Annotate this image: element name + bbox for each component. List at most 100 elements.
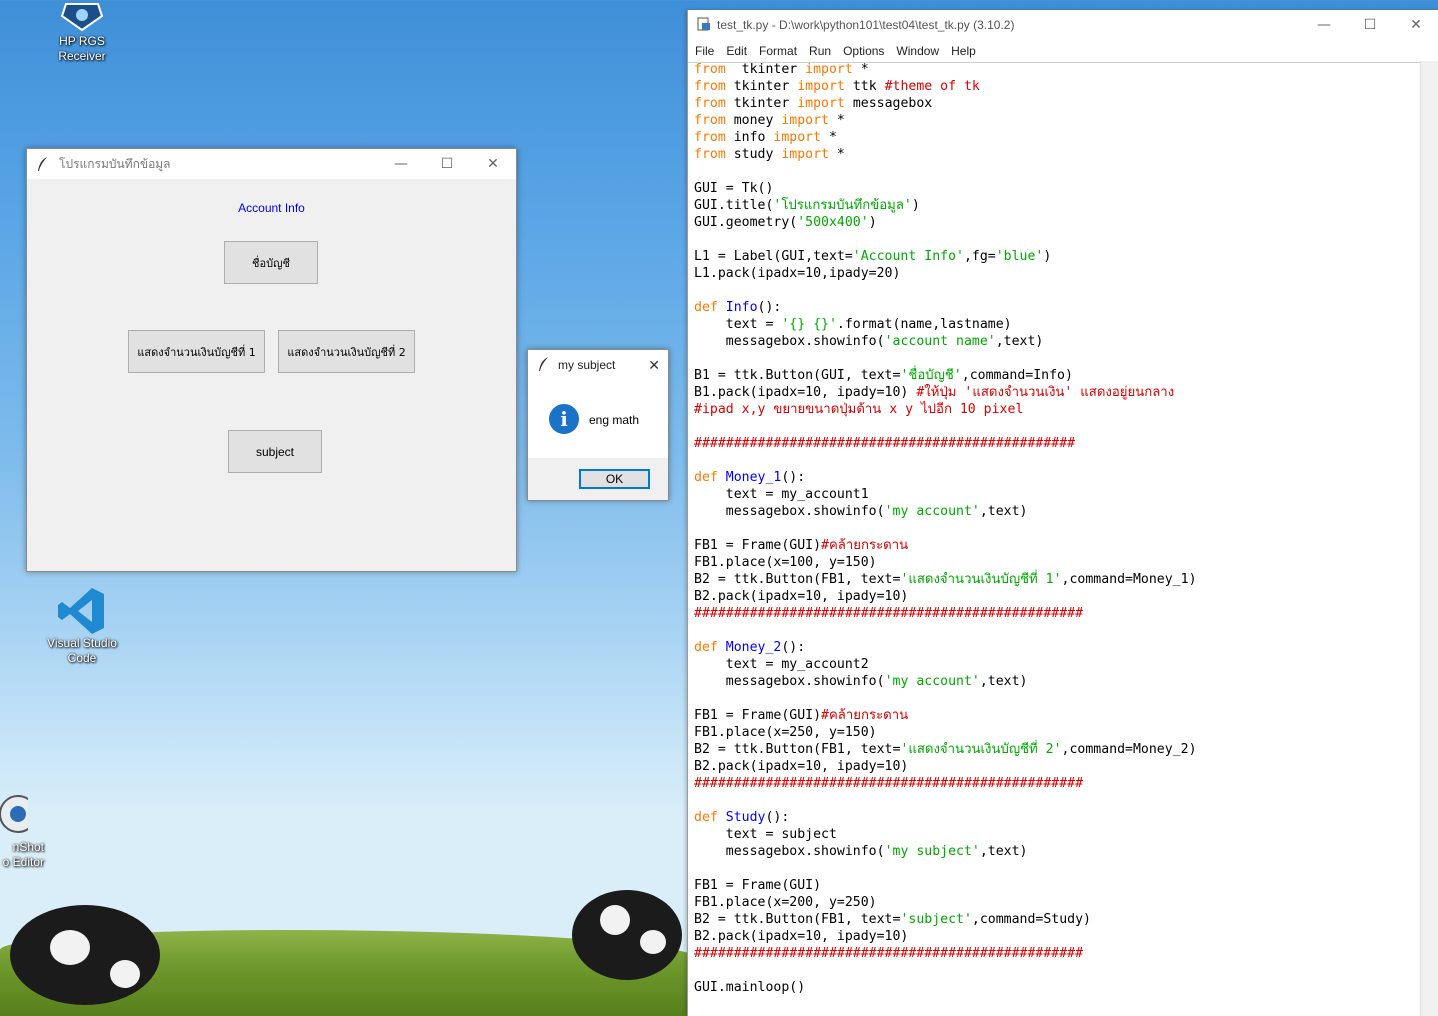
code-line[interactable]: L1.pack(ipadx=10,ipady=20) — [694, 265, 1414, 282]
code-line[interactable] — [694, 418, 1414, 435]
code-line[interactable]: ########################################… — [694, 605, 1414, 622]
code-line[interactable]: FB1.place(x=200, y=250) — [694, 894, 1414, 911]
code-line[interactable]: L1 = Label(GUI,text='Account Info',fg='b… — [694, 248, 1414, 265]
code-line[interactable]: text = subject — [694, 826, 1414, 843]
code-token: ,text) — [995, 334, 1044, 349]
dialog-close-button[interactable]: ✕ — [648, 357, 660, 374]
dialog-titlebar[interactable]: my subject ✕ — [528, 350, 668, 380]
code-line[interactable]: messagebox.showinfo('my account',text) — [694, 673, 1414, 690]
code-line[interactable]: messagebox.showinfo('my account',text) — [694, 503, 1414, 520]
minimize-button[interactable]: — — [1301, 10, 1347, 40]
desktop-icon-greenshot[interactable]: nShot o Editor — [0, 794, 44, 870]
code-token: GUI.geometry( — [694, 215, 798, 230]
minimize-button[interactable]: — — [378, 149, 424, 179]
code-line[interactable]: def Info(): — [694, 299, 1414, 316]
code-line[interactable]: from study import * — [694, 146, 1414, 163]
code-line[interactable]: B2 = ttk.Button(FB1, text='subject',comm… — [694, 911, 1414, 928]
account-name-button[interactable]: ชื่อบัญชี — [224, 241, 318, 284]
menu-help[interactable]: Help — [951, 44, 976, 58]
code-line[interactable]: text = my_account2 — [694, 656, 1414, 673]
code-line[interactable]: B1.pack(ipadx=10, ipady=10) #ให้ปุ่ม 'แส… — [694, 384, 1414, 401]
code-line[interactable]: text = '{} {}'.format(name,lastname) — [694, 316, 1414, 333]
code-line[interactable] — [694, 350, 1414, 367]
editor-titlebar[interactable]: test_tk.py - D:\work\python101\test04\te… — [688, 10, 1438, 40]
code-token: FB1 = Frame(GUI) — [694, 708, 822, 723]
code-line[interactable] — [694, 792, 1414, 809]
code-line[interactable]: GUI.title('โปรแกรมบันทึกข้อมูล') — [694, 197, 1414, 214]
code-line[interactable]: ########################################… — [694, 945, 1414, 962]
code-editor-text[interactable]: from tkinter import * from tkinter import… — [694, 61, 1414, 996]
code-line[interactable]: #ipad x,y ขยายขนาดปุ่มด้าน x y ไปอีก 10 … — [694, 401, 1414, 418]
code-line[interactable] — [694, 622, 1414, 639]
vscode-icon — [58, 586, 106, 634]
code-token: B2 = ttk.Button(FB1, text= — [694, 572, 901, 587]
code-line[interactable]: FB1 = Frame(GUI)#คล้ายกระดาน — [694, 707, 1414, 724]
code-line[interactable]: from tkinter import ttk #theme of tk — [694, 78, 1414, 95]
code-line[interactable]: from tkinter import messagebox — [694, 95, 1414, 112]
code-line[interactable]: messagebox.showinfo('account name',text) — [694, 333, 1414, 350]
code-line[interactable]: B1 = ttk.Button(GUI, text='ชื่อบัญชี',co… — [694, 367, 1414, 384]
ok-button[interactable]: OK — [579, 469, 650, 489]
code-line[interactable]: B2 = ttk.Button(FB1, text='แสดงจำนวนเงิน… — [694, 571, 1414, 588]
close-button[interactable]: ✕ — [1393, 10, 1438, 40]
code-line[interactable]: B2.pack(ipadx=10, ipady=10) — [694, 928, 1414, 945]
code-line[interactable]: def Study(): — [694, 809, 1414, 826]
code-line[interactable]: def Money_2(): — [694, 639, 1414, 656]
code-line[interactable]: B2.pack(ipadx=10, ipady=10) — [694, 588, 1414, 605]
subject-button[interactable]: subject — [228, 430, 322, 473]
code-token: ########################################… — [694, 776, 1084, 791]
code-token: 'โปรแกรมบันทึกข้อมูล' — [773, 198, 912, 213]
code-token: 'subject' — [900, 912, 972, 927]
code-line[interactable]: GUI = Tk() — [694, 180, 1414, 197]
code-line[interactable] — [694, 163, 1414, 180]
code-token: FB1.place(x=100, y=150) — [694, 555, 877, 570]
menu-edit[interactable]: Edit — [726, 44, 747, 58]
code-line[interactable] — [694, 520, 1414, 537]
code-line[interactable]: ########################################… — [694, 775, 1414, 792]
code-line[interactable] — [694, 231, 1414, 248]
menu-window[interactable]: Window — [896, 44, 939, 58]
code-line[interactable] — [694, 282, 1414, 299]
code-line[interactable]: messagebox.showinfo('my subject',text) — [694, 843, 1414, 860]
maximize-button[interactable]: ☐ — [424, 149, 470, 179]
code-token: #theme of tk — [884, 79, 980, 94]
code-token: 'my subject' — [884, 844, 980, 859]
code-line[interactable]: B2 = ttk.Button(FB1, text='แสดงจำนวนเงิน… — [694, 741, 1414, 758]
money2-button[interactable]: แสดงจำนวนเงินบัญชีที่ 2 — [278, 330, 415, 373]
code-line[interactable]: text = my_account1 — [694, 486, 1414, 503]
code-line[interactable]: FB1.place(x=100, y=150) — [694, 554, 1414, 571]
code-line[interactable] — [694, 690, 1414, 707]
code-token: text = my_account2 — [694, 657, 869, 672]
code-line[interactable] — [694, 452, 1414, 469]
tk-feather-icon — [538, 356, 550, 374]
close-button[interactable]: ✕ — [470, 149, 516, 179]
code-line[interactable] — [694, 860, 1414, 877]
menu-options[interactable]: Options — [843, 44, 884, 58]
maximize-button[interactable]: ☐ — [1347, 10, 1393, 40]
desktop-icon-hp-rgs[interactable]: HP RGS Receiver — [42, 0, 122, 64]
code-line[interactable]: B2.pack(ipadx=10, ipady=10) — [694, 758, 1414, 775]
code-line[interactable]: from tkinter import * — [694, 61, 1414, 78]
code-line[interactable] — [694, 962, 1414, 979]
code-line[interactable]: from money import * — [694, 112, 1414, 129]
code-line[interactable]: def Money_1(): — [694, 469, 1414, 486]
code-token: money — [725, 113, 782, 128]
menu-run[interactable]: Run — [809, 44, 831, 58]
menu-file[interactable]: File — [695, 44, 714, 58]
code-token: Money_1 — [725, 470, 782, 485]
code-line[interactable]: ########################################… — [694, 435, 1414, 452]
code-line[interactable]: FB1 = Frame(GUI)#คล้ายกระดาน — [694, 537, 1414, 554]
code-line[interactable]: GUI.geometry('500x400') — [694, 214, 1414, 231]
menu-format[interactable]: Format — [759, 44, 797, 58]
code-line[interactable]: FB1.place(x=250, y=150) — [694, 724, 1414, 741]
money1-button[interactable]: แสดงจำนวนเงินบัญชีที่ 1 — [128, 330, 265, 373]
code-line[interactable]: FB1 = Frame(GUI) — [694, 877, 1414, 894]
code-token: import — [805, 62, 853, 77]
tk-titlebar[interactable]: โปรแกรมบันทึกข้อมูล — ☐ ✕ — [27, 149, 516, 179]
vertical-scrollbar[interactable] — [1420, 61, 1438, 1016]
code-line[interactable]: GUI.mainloop() — [694, 979, 1414, 996]
code-line[interactable]: from info import * — [694, 129, 1414, 146]
desktop-icon-vscode[interactable]: Visual Studio Code — [42, 586, 122, 666]
code-token: def — [694, 640, 718, 655]
code-token: tkinter — [725, 79, 798, 94]
